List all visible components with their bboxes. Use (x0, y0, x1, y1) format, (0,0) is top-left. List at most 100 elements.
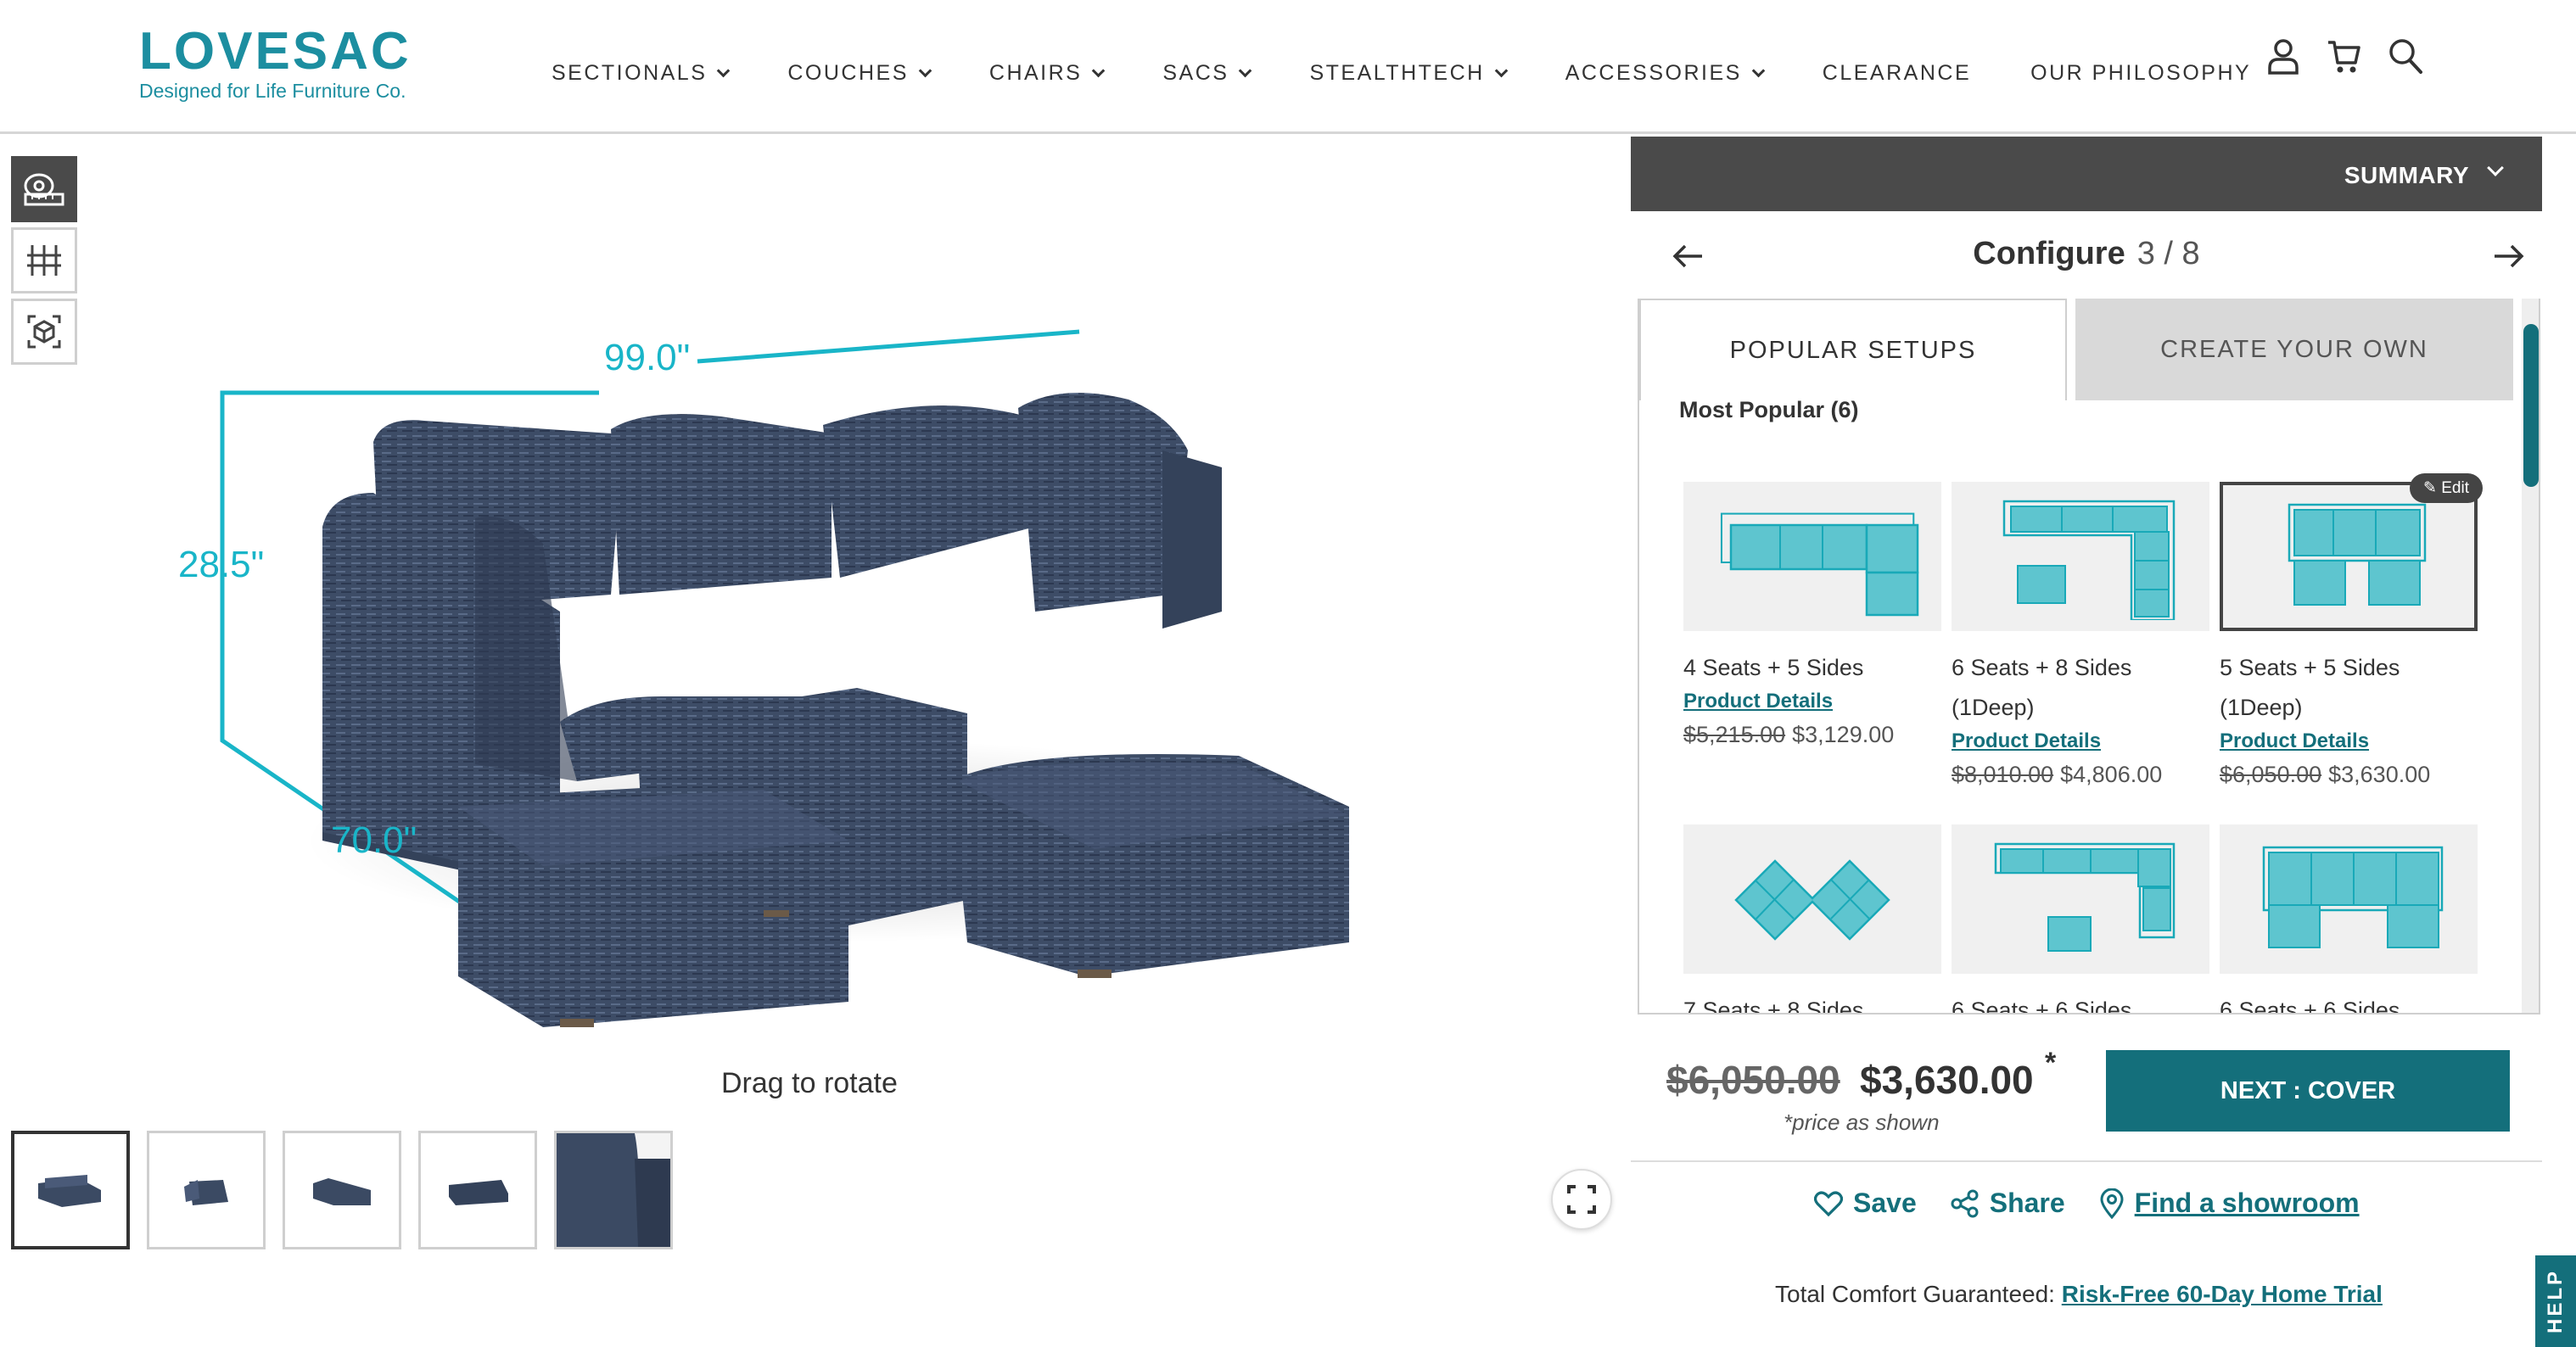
account-icon[interactable] (2265, 37, 2301, 75)
thumbnail-side[interactable] (283, 1131, 401, 1249)
width-dimension-label: 99.0" (604, 337, 691, 378)
thumbnail-angle[interactable] (147, 1131, 266, 1249)
setups-panel: POPULAR SETUPS CREATE YOUR OWN Most Popu… (1638, 299, 2540, 1014)
main-nav: SECTIONALS COUCHES CHAIRS SACS STEALTHTE… (552, 61, 2251, 86)
product-details-link[interactable]: Product Details (1952, 729, 2209, 753)
price-asterisk: * (2045, 1047, 2057, 1079)
help-tab[interactable]: HELP (2535, 1255, 2576, 1347)
edit-label: Edit (2441, 479, 2469, 497)
next-cover-button[interactable]: NEXT : COVER (2106, 1050, 2510, 1132)
guarantee-text: Total Comfort Guaranteed: (1775, 1281, 2055, 1307)
setup-old-price: $6,050.00 (2220, 762, 2322, 787)
chevron-down-icon (1239, 64, 1252, 78)
setup-name: 5 Seats + 5 Sides (1Deep) (2220, 655, 2400, 720)
layout-diagram-icon (2002, 500, 2176, 620)
summary-toggle[interactable]: SUMMARY (1631, 137, 2542, 211)
price-summary: $6,050.00 $3,630.00 * *price as shown NE… (1631, 1014, 2542, 1162)
setup-diagram (1683, 482, 1941, 631)
chevron-down-icon (1494, 64, 1508, 78)
nav-label: ACCESSORIES (1565, 61, 1742, 85)
product-details-link[interactable]: Product Details (1683, 690, 1941, 713)
nav-label: SECTIONALS (552, 61, 708, 85)
setup-price: $6,050.00 $3,630.00 (2220, 762, 2478, 788)
nav-couches[interactable]: COUCHES (787, 61, 932, 86)
setup-diagram (2220, 824, 2478, 974)
nav-sacs[interactable]: SACS (1162, 61, 1252, 86)
product-viewer[interactable]: 99.0" 28.5" 70.0" (0, 137, 1631, 1188)
setup-diagram (1952, 482, 2209, 631)
save-button[interactable]: Save (1814, 1188, 1917, 1219)
price-note: *price as shown (1784, 1109, 1940, 1135)
edit-setup-button[interactable]: ✎ Edit (2410, 473, 2483, 503)
share-icon (1951, 1189, 1979, 1217)
setup-old-price: $5,215.00 (1683, 722, 1786, 747)
setup-diagram (2220, 482, 2478, 631)
setup-name: 6 Seats + 6 Sides (1952, 998, 2132, 1014)
setup-card[interactable]: 7 Seats + 8 Sides (1683, 824, 1941, 1013)
setup-card-selected[interactable]: ✎ Edit 5 Seats + 5 Sides (1Deep) Product… (2220, 473, 2483, 788)
product-details-link[interactable]: Product Details (2220, 729, 2478, 753)
nav-label: STEALTHTECH (1309, 61, 1485, 85)
chevron-down-icon (2487, 159, 2504, 176)
share-button[interactable]: Share (1951, 1188, 2065, 1219)
nav-accessories[interactable]: ACCESSORIES (1565, 61, 1766, 86)
setups-scrollbar-thumb[interactable] (2523, 324, 2539, 487)
fullscreen-button[interactable] (1551, 1169, 1612, 1230)
drag-to-rotate-hint: Drag to rotate (721, 1067, 898, 1099)
nav-clearance[interactable]: CLEARANCE (1823, 61, 1971, 86)
sectional-thumbnail-image (313, 1178, 371, 1205)
configure-step: 3 / 8 (2136, 236, 2200, 271)
layout-diagram-icon (2262, 846, 2444, 948)
configure-title: Configure 3 / 8 (1631, 236, 2542, 272)
fabric-closeup-image (557, 1133, 670, 1247)
setup-price: $5,215.00 $3,129.00 (1683, 722, 1941, 748)
nav-stealthtech[interactable]: STEALTHTECH (1309, 61, 1508, 86)
layout-diagram-icon (1994, 842, 2176, 952)
location-pin-icon (2100, 1188, 2124, 1219)
configure-stepper: Configure 3 / 8 (1631, 221, 2542, 288)
setup-diagram (1683, 824, 1941, 974)
share-label: Share (1989, 1188, 2065, 1218)
tab-create-your-own[interactable]: CREATE YOUR OWN (2075, 299, 2513, 400)
setup-name: 6 Seats + 6 Sides (2220, 998, 2400, 1014)
setup-diagram (1952, 824, 2209, 974)
nav-chairs[interactable]: CHAIRS (989, 61, 1106, 86)
home-trial-link[interactable]: Risk-Free 60-Day Home Trial (2062, 1281, 2383, 1307)
setup-card[interactable]: 6 Seats + 8 Sides (1Deep) Product Detail… (1952, 482, 2209, 788)
setup-name: 6 Seats + 8 Sides (1Deep) (1952, 655, 2132, 720)
save-label: Save (1853, 1188, 1917, 1218)
layout-diagram-icon (2288, 503, 2427, 606)
setup-sale-price: $3,630.00 (2328, 762, 2431, 787)
help-label: HELP (2544, 1268, 2568, 1334)
setup-card[interactable]: 6 Seats + 6 Sides (2220, 824, 2478, 1014)
fullscreen-icon (1567, 1185, 1596, 1214)
brand-logo[interactable]: LOVESAC Designed for Life Furniture Co. (139, 25, 412, 103)
heart-icon (1814, 1190, 1843, 1216)
thumbnail-back[interactable] (418, 1131, 537, 1249)
thumbnail-fabric-closeup[interactable] (554, 1131, 673, 1249)
nav-label: COUCHES (787, 61, 909, 85)
setup-card[interactable]: 4 Seats + 5 Sides Product Details $5,215… (1683, 482, 1941, 748)
cart-icon[interactable] (2327, 37, 2362, 75)
sale-total-price: $3,630.00 (1860, 1058, 2034, 1102)
brand-name: LOVESAC (139, 22, 412, 81)
nav-label: SACS (1162, 61, 1229, 85)
depth-dimension-label: 70.0" (331, 819, 417, 861)
setup-price: $8,010.00 $4,806.00 (1952, 762, 2209, 788)
view-thumbnails (11, 1131, 673, 1249)
search-icon[interactable] (2388, 37, 2423, 75)
arrow-right-icon[interactable] (2491, 239, 2525, 273)
find-showroom-link[interactable]: Find a showroom (2099, 1188, 2360, 1219)
thumbnail-front[interactable] (11, 1131, 130, 1249)
summary-label: SUMMARY (2344, 162, 2469, 188)
height-dimension-label: 28.5" (178, 544, 265, 585)
setup-card[interactable]: 6 Seats + 6 Sides (1952, 824, 2209, 1014)
nav-sectionals[interactable]: SECTIONALS (552, 61, 731, 86)
nav-our-philosophy[interactable]: OUR PHILOSOPHY (2030, 61, 2251, 86)
chevron-down-icon (1092, 64, 1106, 78)
sectional-thumbnail-image (449, 1180, 508, 1205)
setup-name: 4 Seats + 5 Sides (1683, 655, 1864, 680)
original-total-price: $6,050.00 (1666, 1058, 1840, 1102)
tab-popular-setups[interactable]: POPULAR SETUPS (1639, 299, 2067, 400)
sectional-3d-render[interactable] (0, 137, 1631, 1188)
